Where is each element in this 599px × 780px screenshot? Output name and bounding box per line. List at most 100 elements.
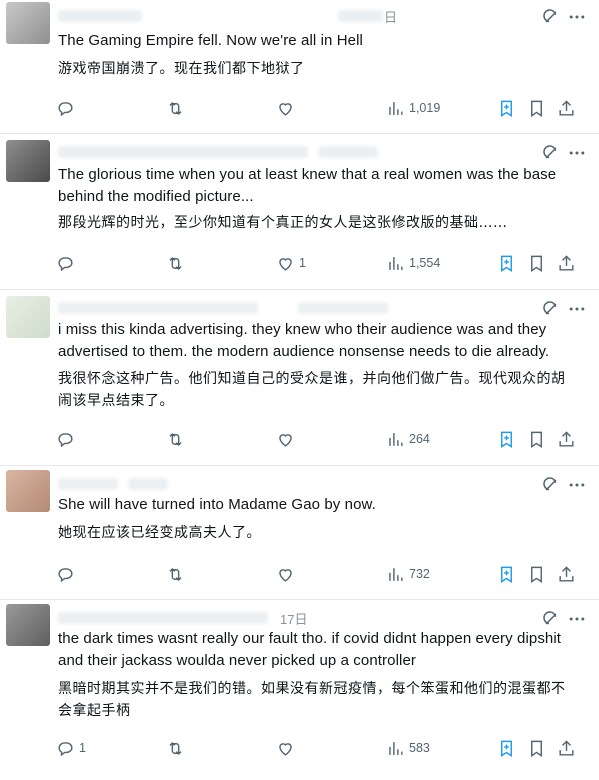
share-button[interactable] — [557, 427, 576, 451]
bookmark-button[interactable] — [527, 562, 546, 586]
retweet-button[interactable] — [166, 427, 185, 451]
grok-icon[interactable] — [541, 299, 561, 319]
more-icon[interactable] — [567, 475, 587, 495]
like-icon — [279, 433, 292, 447]
retweet-button[interactable] — [166, 96, 185, 120]
share-icon — [559, 254, 574, 271]
share-icon — [559, 99, 574, 116]
share-button[interactable] — [557, 96, 576, 120]
author-handle[interactable] — [318, 146, 378, 158]
views-icon — [389, 432, 403, 446]
views-count: 264 — [409, 432, 430, 446]
share-icon — [559, 565, 574, 582]
views-button[interactable]: 1,554 — [386, 251, 440, 275]
more-icon[interactable] — [567, 143, 587, 163]
grok-summary-icon — [501, 566, 512, 583]
post-translation: 她现在应该已经变成高夫人了。 — [58, 525, 261, 541]
reply-icon — [58, 741, 73, 756]
like-button[interactable] — [276, 562, 299, 586]
retweet-icon — [169, 101, 182, 115]
reply-post[interactable]: 17日 the dark times wasnt really our faul… — [0, 600, 599, 780]
like-button[interactable] — [276, 736, 299, 760]
post-date[interactable]: 日 — [384, 7, 397, 26]
views-button[interactable]: 1,019 — [386, 96, 440, 120]
bookmark-button[interactable] — [527, 427, 546, 451]
author-handle[interactable] — [298, 302, 388, 314]
author-name[interactable] — [58, 612, 268, 624]
avatar[interactable] — [6, 296, 50, 338]
retweet-button[interactable] — [166, 562, 185, 586]
grok-icon[interactable] — [541, 143, 561, 163]
bookmark-icon — [531, 255, 542, 272]
grok-summary-button[interactable] — [497, 96, 516, 120]
like-button[interactable]: 1 — [276, 251, 306, 275]
avatar[interactable] — [6, 604, 50, 646]
bookmark-button[interactable] — [527, 736, 546, 760]
author-name[interactable] — [58, 302, 258, 314]
share-button[interactable] — [557, 736, 576, 760]
grok-summary-icon — [501, 100, 512, 117]
more-icon[interactable] — [567, 299, 587, 319]
grok-summary-button[interactable] — [497, 251, 516, 275]
reply-button[interactable] — [56, 427, 79, 451]
bookmark-button[interactable] — [527, 251, 546, 275]
post-date[interactable]: 17日 — [280, 609, 307, 628]
share-icon — [559, 739, 574, 756]
grok-summary-button[interactable] — [497, 736, 516, 760]
bookmark-icon — [531, 566, 542, 583]
grok-icon[interactable] — [541, 609, 561, 629]
retweet-icon — [169, 256, 182, 270]
action-bar: 1,019 — [54, 96, 589, 120]
author-name[interactable] — [58, 146, 308, 158]
reply-button[interactable] — [56, 96, 79, 120]
reply-feed: 日 The Gaming Empire fell. Now we're all … — [0, 0, 599, 780]
reply-post[interactable]: i miss this kinda advertising. they knew… — [0, 290, 599, 466]
views-count: 583 — [409, 741, 430, 755]
author-handle[interactable] — [128, 478, 168, 490]
views-button[interactable]: 583 — [386, 736, 430, 760]
author-name[interactable] — [58, 478, 118, 490]
post-text: The Gaming Empire fell. Now we're all in… — [58, 32, 363, 49]
avatar[interactable] — [6, 2, 50, 44]
grok-icon[interactable] — [541, 7, 561, 27]
grok-summary-button[interactable] — [497, 427, 516, 451]
post-text: The glorious time when you at least knew… — [58, 166, 557, 205]
share-button[interactable] — [557, 562, 576, 586]
views-button[interactable]: 264 — [386, 427, 430, 451]
like-icon — [279, 742, 292, 756]
post-header — [58, 298, 589, 320]
reply-post[interactable]: She will have turned into Madame Gao by … — [0, 466, 599, 600]
more-icon[interactable] — [567, 7, 587, 27]
more-icon[interactable] — [567, 609, 587, 629]
post-header: 17日 — [58, 608, 589, 630]
grok-summary-icon — [501, 431, 512, 448]
author-name[interactable] — [58, 10, 142, 22]
post-header — [58, 474, 589, 496]
retweet-button[interactable] — [166, 736, 185, 760]
reply-post[interactable]: The glorious time when you at least knew… — [0, 134, 599, 290]
action-bar: 732 — [54, 562, 589, 586]
like-button[interactable] — [276, 427, 299, 451]
views-count: 732 — [409, 567, 430, 581]
grok-summary-icon — [501, 740, 512, 757]
retweet-button[interactable] — [166, 251, 185, 275]
avatar[interactable] — [6, 470, 50, 512]
share-button[interactable] — [557, 251, 576, 275]
grok-icon[interactable] — [541, 475, 561, 495]
reply-button[interactable] — [56, 251, 79, 275]
post-header: 日 — [58, 6, 589, 28]
retweet-icon — [169, 741, 182, 755]
post-header — [58, 142, 589, 164]
author-handle[interactable] — [338, 10, 383, 22]
reply-button[interactable]: 1 — [56, 736, 86, 760]
views-icon — [389, 101, 403, 115]
grok-summary-button[interactable] — [497, 562, 516, 586]
reply-post[interactable]: 日 The Gaming Empire fell. Now we're all … — [0, 0, 599, 134]
like-button[interactable] — [276, 96, 299, 120]
avatar[interactable] — [6, 140, 50, 182]
bookmark-button[interactable] — [527, 96, 546, 120]
views-button[interactable]: 732 — [386, 562, 430, 586]
reply-button[interactable] — [56, 562, 79, 586]
post-translation: 那段光辉的时光，至少你知道有个真正的女人是这张修改版的基础…… — [58, 215, 508, 231]
bookmark-icon — [531, 431, 542, 448]
